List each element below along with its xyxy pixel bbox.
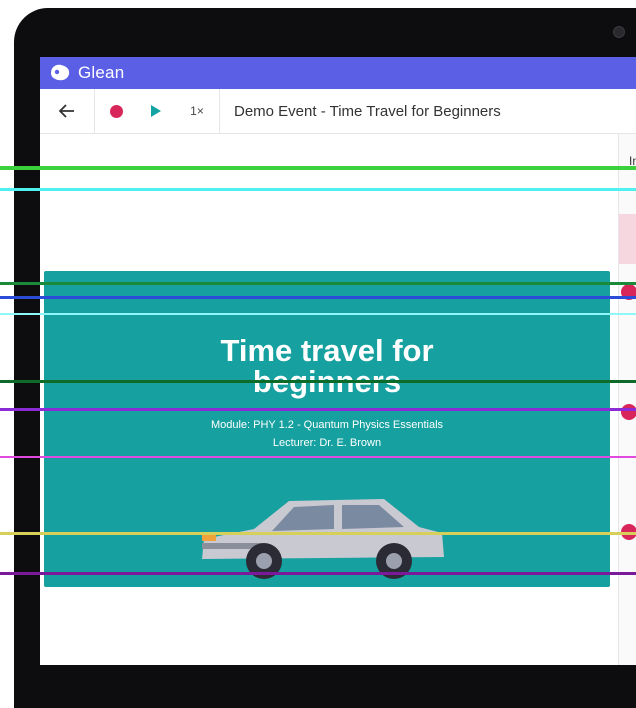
glitch-line <box>0 296 636 299</box>
playback-speed-button[interactable]: 1× <box>175 89 220 133</box>
glean-logo-icon <box>51 64 70 81</box>
back-button[interactable] <box>40 89 95 133</box>
glitch-line <box>0 188 636 191</box>
brand-bar: Glean <box>40 57 636 89</box>
event-title: Demo Event - Time Travel for Beginners <box>234 102 501 120</box>
side-record-icon <box>621 404 636 420</box>
presentation-area: Time travel for beginners Module: PHY 1.… <box>40 134 618 665</box>
glitch-line <box>0 166 636 170</box>
glitch-line <box>0 572 636 575</box>
side-highlight <box>619 214 636 264</box>
slide-lecturer: Lecturer: Dr. E. Brown <box>272 437 382 449</box>
glitch-line <box>0 380 636 383</box>
slide: Time travel for beginners Module: PHY 1.… <box>44 271 610 587</box>
glitch-line <box>0 408 636 411</box>
side-panel: In <box>618 134 636 665</box>
glitch-line <box>0 282 636 285</box>
play-button[interactable] <box>137 89 175 133</box>
back-arrow-icon <box>59 104 74 118</box>
player-toolbar: 1× Demo Event - Time Travel for Beginner… <box>40 89 636 134</box>
brand-name: Glean <box>78 63 125 82</box>
slide-title-line1: Time travel for <box>220 333 434 368</box>
camera-icon <box>613 26 625 38</box>
play-icon <box>151 105 161 117</box>
glitch-line <box>0 532 636 535</box>
glitch-line <box>0 456 636 458</box>
slide-title: Time travel for beginners <box>44 335 610 397</box>
record-icon <box>109 104 123 118</box>
glitch-line <box>0 313 636 315</box>
record-button[interactable] <box>95 89 137 133</box>
slide-module: Module: PHY 1.2 - Quantum Physics Essent… <box>210 419 444 431</box>
